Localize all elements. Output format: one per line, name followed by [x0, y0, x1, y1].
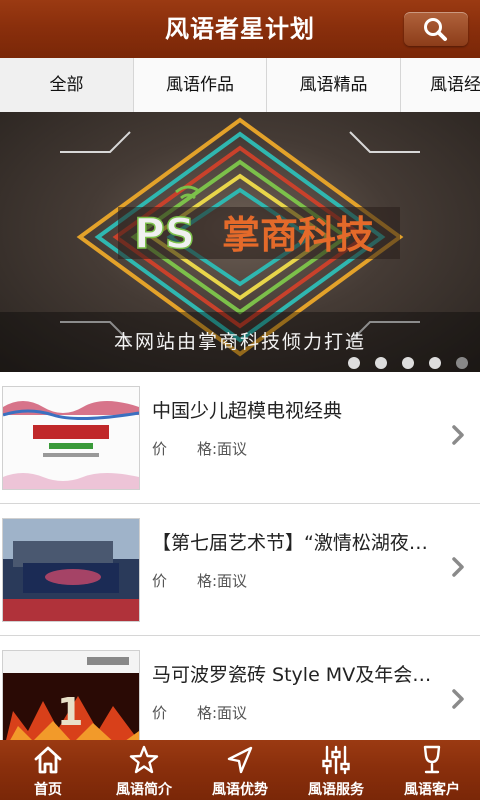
carousel-dot-active[interactable] — [456, 356, 468, 369]
wine-glass-icon — [423, 745, 441, 774]
product-name: 中国少儿超模电视经典 — [152, 400, 343, 422]
nav-home[interactable]: 首页 — [0, 740, 96, 800]
list-item[interactable]: 【第七届艺术节】“激情松湖夜… 价 格:面议 — [0, 504, 480, 636]
carousel-dot[interactable] — [402, 356, 414, 369]
tab-works[interactable]: 風语作品 — [134, 58, 267, 112]
banner-carousel[interactable]: PS 掌商科技 本网站由掌商科技倾力打造 — [0, 112, 480, 372]
carousel-dot[interactable] — [348, 356, 360, 369]
search-button[interactable] — [404, 12, 468, 46]
nav-label: 風语客户 — [404, 782, 460, 798]
carousel-dot[interactable] — [429, 356, 441, 369]
carousel-indicators — [333, 352, 468, 369]
chevron-right-icon — [452, 689, 464, 709]
star-icon — [129, 745, 159, 774]
product-name: 马可波罗瓷砖 Style MV及年会… — [152, 664, 432, 686]
banner-caption: 本网站由掌商科技倾力打造 — [113, 331, 366, 353]
carousel-dot[interactable] — [375, 356, 387, 369]
nav-label: 風语优势 — [212, 782, 268, 798]
product-price: 价 格:面议 — [152, 440, 248, 458]
tab-premium[interactable]: 風语精品 — [267, 58, 401, 112]
nav-intro[interactable]: 風语简介 — [96, 740, 192, 800]
nav-services[interactable]: 風语服务 — [288, 740, 384, 800]
svg-text:PS: PS — [134, 209, 195, 258]
home-icon — [34, 746, 62, 774]
sliders-icon — [322, 745, 350, 775]
banner-logo-text: 掌商科技 — [222, 213, 374, 257]
svg-text:1: 1 — [57, 690, 83, 734]
list-item[interactable]: 1 马可波罗瓷砖 Style MV及年会… 价 格:面议 — [0, 636, 480, 741]
product-price: 价 格:面议 — [152, 704, 248, 722]
product-thumbnail — [2, 518, 140, 622]
navigation-arrow-icon — [227, 746, 253, 774]
list-item[interactable]: 中国少儿超模电视经典 价 格:面议 — [0, 372, 480, 504]
chevron-right-icon — [452, 425, 464, 445]
app-header: 风语者星计划 — [0, 0, 480, 58]
product-thumbnail: 1 — [2, 650, 140, 741]
nav-advantages[interactable]: 風语优势 — [192, 740, 288, 800]
category-tabs: 全部 風语作品 風语精品 風语经 — [0, 58, 480, 113]
product-price: 价 格:面议 — [152, 572, 248, 590]
nav-label: 首页 — [34, 782, 62, 798]
product-thumbnail — [2, 386, 140, 490]
nav-clients[interactable]: 風语客户 — [384, 740, 480, 800]
nav-label: 風语服务 — [308, 782, 364, 798]
chevron-right-icon — [452, 557, 464, 577]
search-icon — [424, 18, 447, 41]
product-name: 【第七届艺术节】“激情松湖夜… — [152, 532, 428, 554]
nav-label: 風语简介 — [116, 782, 172, 798]
bottom-tab-bar: 首页 風语简介 風语优势 風语服务 風语客户 — [0, 740, 480, 800]
tab-all[interactable]: 全部 — [0, 58, 134, 112]
tab-classic[interactable]: 風语经 — [401, 58, 480, 112]
